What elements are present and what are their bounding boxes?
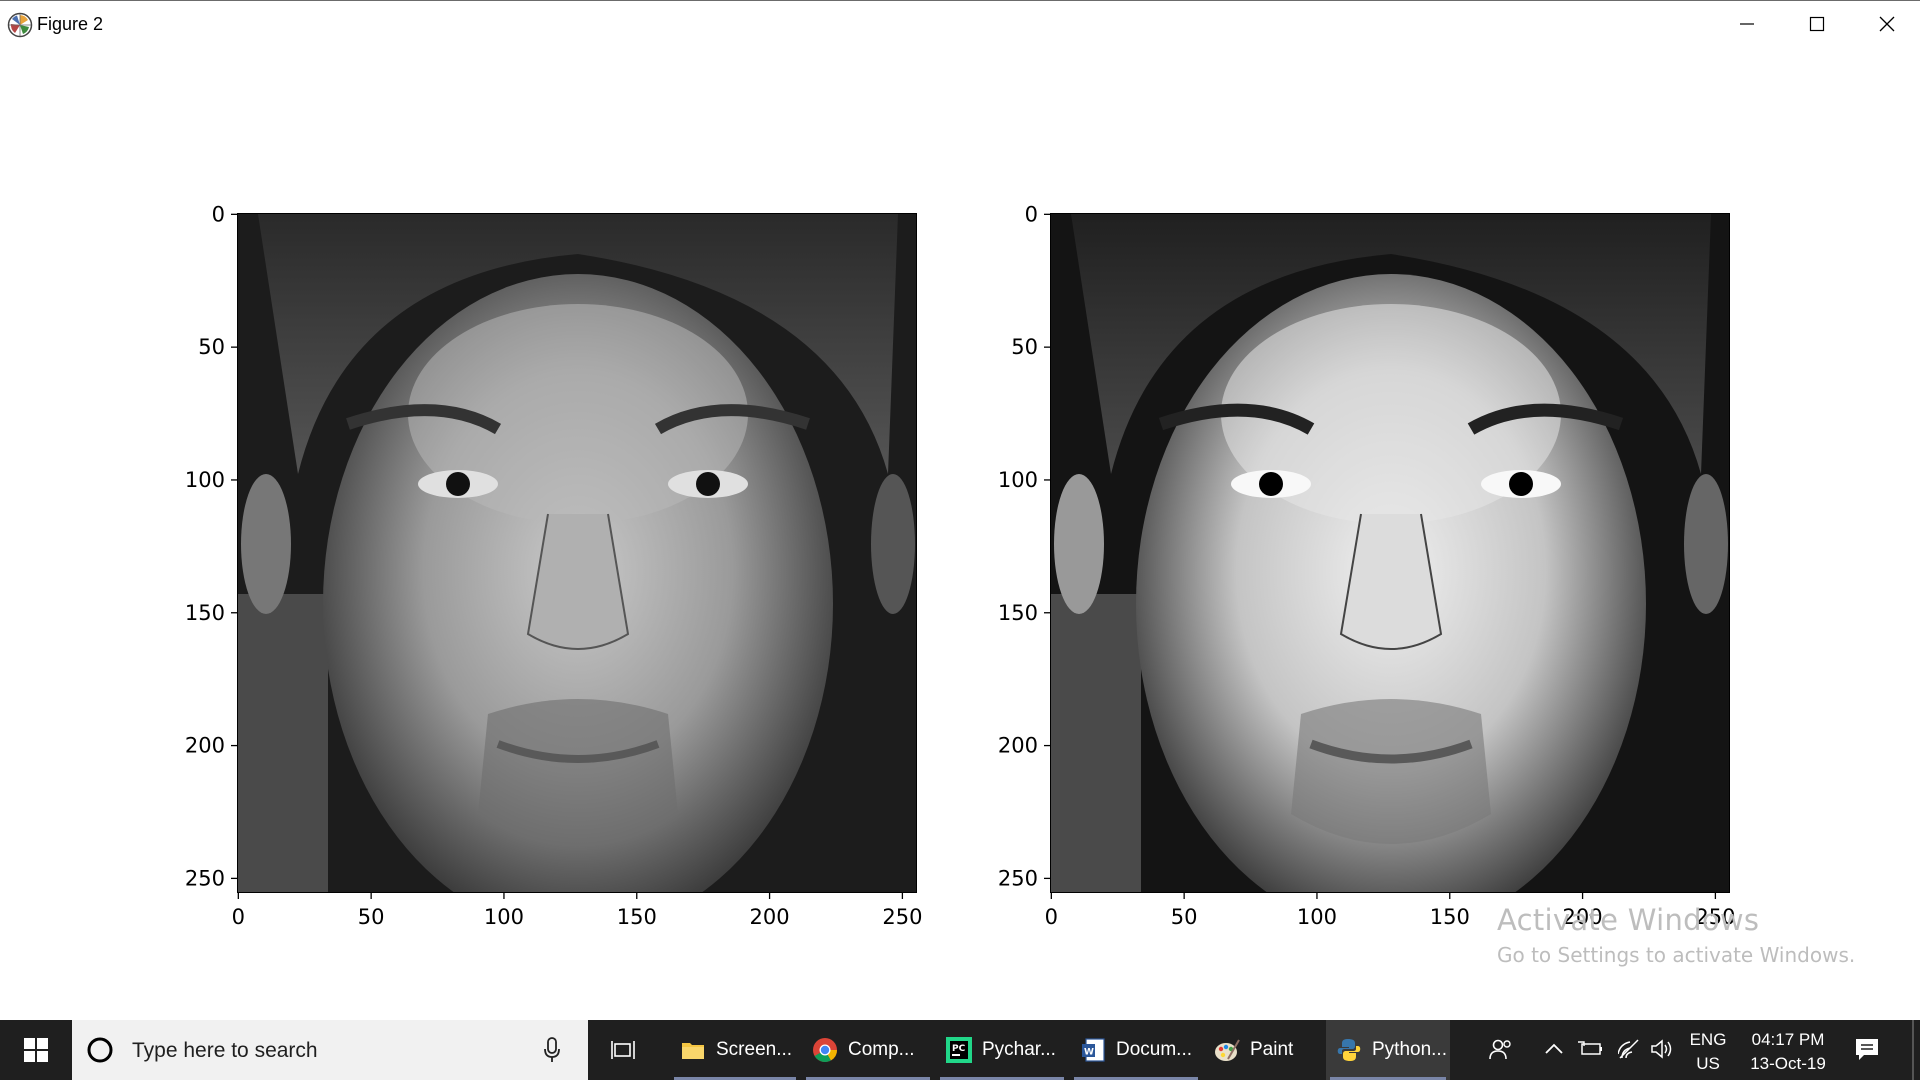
show-desktop-button[interactable] (1912, 1020, 1914, 1080)
folder-icon (682, 1043, 704, 1059)
clock-time: 04:17 PM (1751, 1030, 1825, 1049)
matplotlib-icon (7, 12, 33, 38)
taskbar-app-label: Screen... (716, 1039, 793, 1060)
enhanced-face-image (1050, 213, 1730, 893)
taskbar-app-label: Comp... (848, 1039, 915, 1060)
input-language-indicator[interactable]: ENG US (1682, 1028, 1734, 1076)
close-icon (1879, 16, 1895, 32)
taskbar-app-label: Pychar... (982, 1039, 1056, 1060)
taskbar: Type here to search Screen... Comp... PC… (0, 1020, 1920, 1080)
wifi-icon[interactable] (1618, 1038, 1642, 1060)
taskbar-app-screenshots[interactable]: Screen... (670, 1020, 800, 1080)
minimize-icon (1740, 23, 1754, 25)
chrome-icon (813, 1038, 837, 1063)
face-photo (238, 214, 916, 892)
microphone-icon[interactable] (542, 1036, 562, 1064)
taskbar-search-box[interactable]: Type here to search (72, 1020, 588, 1080)
taskbar-app-label: Paint (1250, 1039, 1294, 1060)
minimize-button[interactable] (1712, 1, 1782, 47)
face-photo-enhanced (1051, 214, 1729, 892)
paint-icon (1215, 1039, 1240, 1061)
original-face-image (237, 213, 917, 893)
python-icon (1337, 1039, 1361, 1061)
windows-logo-icon (24, 1038, 48, 1062)
maximize-icon (1809, 16, 1825, 32)
keyboard-region: US (1696, 1054, 1720, 1073)
task-view-button[interactable] (600, 1020, 648, 1080)
taskbar-app-chrome[interactable]: Comp... (802, 1020, 934, 1080)
clock-date: 13-Oct-19 (1750, 1054, 1826, 1073)
taskbar-app-label: Python... (1372, 1039, 1447, 1060)
svg-text:PC: PC (952, 1044, 966, 1054)
cortana-icon (87, 1037, 113, 1063)
close-button[interactable] (1852, 1, 1920, 47)
start-button[interactable] (0, 1020, 72, 1080)
search-placeholder: Type here to search (132, 1039, 318, 1062)
maximize-button[interactable] (1782, 1, 1852, 47)
pycharm-icon: PC (946, 1037, 972, 1063)
taskbar-app-label: Docum... (1116, 1039, 1193, 1060)
window-title: Figure 2 (37, 14, 104, 34)
chevron-up-icon[interactable] (1545, 1042, 1563, 1056)
word-document-icon: W (1082, 1038, 1105, 1062)
notification-center-icon[interactable] (1854, 1036, 1880, 1062)
activate-windows-watermark: Activate Windows Go to Settings to activ… (1497, 903, 1855, 967)
people-icon[interactable] (1488, 1038, 1514, 1062)
language-code: ENG (1689, 1030, 1727, 1049)
battery-icon[interactable] (1578, 1040, 1604, 1058)
system-clock[interactable]: 04:17 PM 13-Oct-19 (1738, 1028, 1838, 1076)
taskbar-app-pycharm[interactable]: PC Pychar... (936, 1020, 1068, 1080)
taskbar-app-python[interactable]: Python... (1326, 1020, 1450, 1080)
taskbar-app-documents[interactable]: W Docum... (1070, 1020, 1202, 1080)
svg-text:W: W (1084, 1048, 1094, 1058)
taskbar-app-paint[interactable]: Paint (1204, 1020, 1320, 1080)
volume-icon[interactable] (1650, 1038, 1674, 1060)
window-title-bar: Figure 2 (0, 0, 1920, 48)
watermark-subtitle: Go to Settings to activate Windows. (1497, 943, 1856, 967)
task-view-icon (611, 1041, 635, 1059)
watermark-title: Activate Windows (1497, 903, 1760, 937)
